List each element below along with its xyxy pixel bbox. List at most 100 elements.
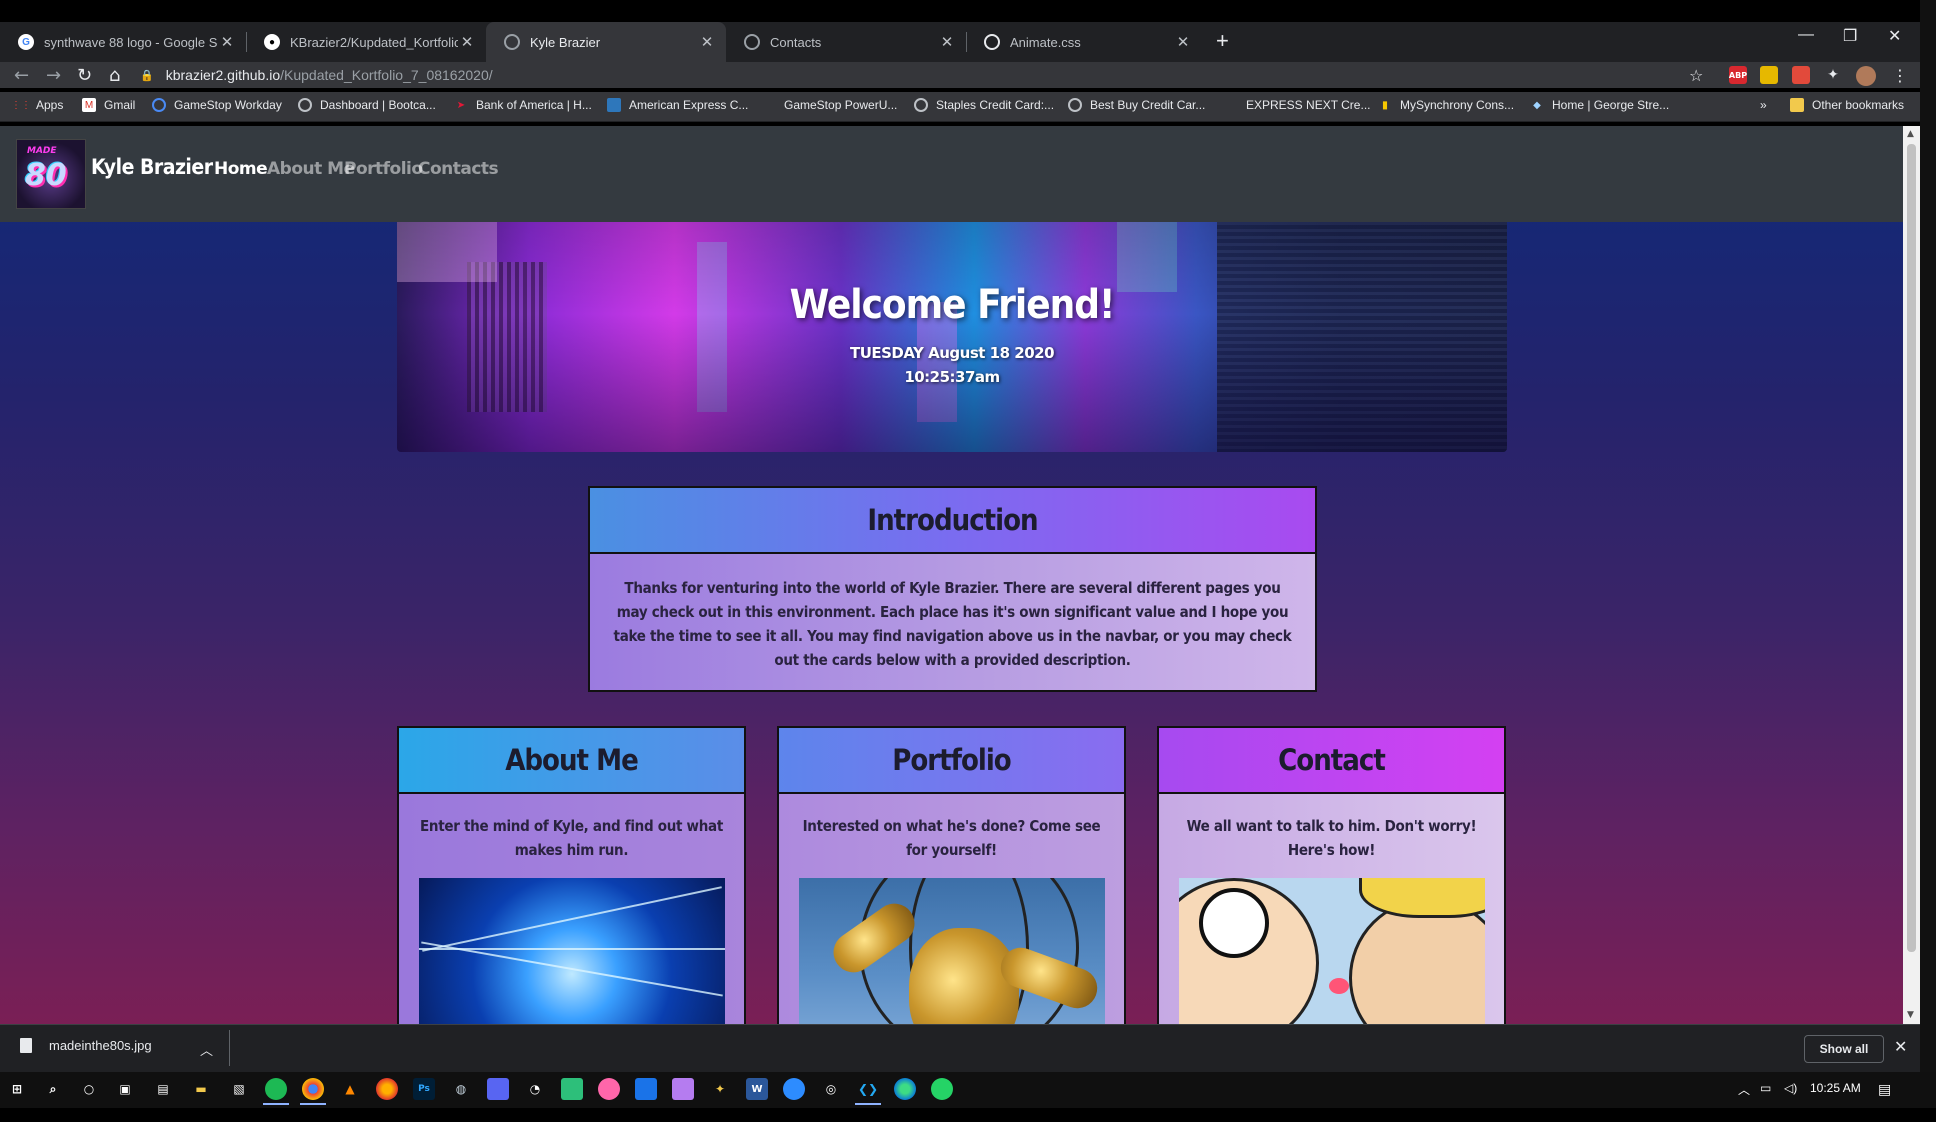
bookmarks-overflow-button[interactable]: »	[1760, 98, 1767, 112]
vscode-icon[interactable]: ❮❯	[857, 1078, 879, 1100]
store-icon[interactable]: ▤	[152, 1078, 174, 1100]
bookmark-gamestop-workday[interactable]: GameStop Workday	[152, 98, 282, 112]
minimize-icon[interactable]: —	[1798, 26, 1814, 44]
bookmark-gamestop-poweru[interactable]: GameStop PowerU...	[762, 98, 897, 112]
firefox-icon[interactable]	[376, 1078, 398, 1100]
app-icon[interactable]	[672, 1078, 694, 1100]
close-window-icon[interactable]: ✕	[1888, 26, 1901, 46]
bookmark-dashboard[interactable]: Dashboard | Bootca...	[298, 98, 436, 112]
tab-github[interactable]: ● KBrazier2/Kupdated_Kortfolio_7_ ✕	[246, 22, 486, 62]
whatsapp-icon[interactable]	[931, 1078, 953, 1100]
globe-icon	[984, 34, 1000, 50]
app-icon[interactable]: ◔	[524, 1078, 546, 1100]
app-icon[interactable]: ◎	[820, 1078, 842, 1100]
new-tab-button[interactable]: +	[1216, 28, 1229, 54]
amex-icon	[607, 98, 621, 112]
show-all-downloads-button[interactable]: Show all	[1804, 1035, 1884, 1063]
bookmark-label: MySynchrony Cons...	[1400, 98, 1515, 112]
bookmark-gmail[interactable]: M Gmail	[82, 98, 135, 112]
notifications-icon[interactable]: ▤	[1878, 1081, 1891, 1098]
forward-icon[interactable]: →	[46, 62, 61, 88]
vlc-icon[interactable]: ▲	[339, 1078, 361, 1100]
download-options-chevron-icon[interactable]: ︿	[200, 1040, 213, 1059]
search-icon[interactable]: ⌕	[42, 1078, 64, 1100]
nav-link-contacts[interactable]: Contacts	[418, 159, 499, 179]
nav-link-about-me[interactable]: About Me	[267, 159, 355, 179]
close-shelf-icon[interactable]: ✕	[1894, 1037, 1907, 1056]
zoom-icon[interactable]	[783, 1078, 805, 1100]
bookmark-george-street[interactable]: ◆ Home | George Stre...	[1530, 98, 1669, 112]
tab-kyle-brazier[interactable]: Kyle Brazier ✕	[486, 22, 726, 62]
tray-overflow-icon[interactable]: ︿	[1738, 1081, 1750, 1098]
file-explorer-icon[interactable]: ▬	[190, 1078, 212, 1100]
adblock-plus-icon[interactable]: ABP	[1729, 66, 1747, 84]
discord-icon[interactable]	[487, 1078, 509, 1100]
scroll-down-icon[interactable]: ▼	[1907, 1010, 1914, 1020]
task-view-icon[interactable]: ▣	[114, 1078, 136, 1100]
bookmark-bank-of-america[interactable]: ➤ Bank of America | H...	[454, 98, 592, 112]
site-brand[interactable]: Kyle Brazier	[91, 155, 213, 179]
atlas-statue-image[interactable]	[799, 878, 1105, 1024]
close-tab-icon[interactable]: ✕	[698, 33, 716, 51]
close-tab-icon[interactable]: ✕	[938, 33, 956, 51]
extension-icon[interactable]	[1760, 66, 1778, 84]
bookmark-other[interactable]: Other bookmarks	[1790, 98, 1904, 112]
introduction-title: Introduction	[590, 488, 1315, 554]
windows-start-icon[interactable]: ⊞	[6, 1078, 28, 1100]
about-me-card[interactable]: About Me Enter the mind of Kyle, and fin…	[397, 726, 746, 1024]
menu-kebab-icon[interactable]: ⋮	[1892, 62, 1908, 88]
profile-avatar-icon[interactable]	[1856, 66, 1876, 86]
download-item[interactable]: madeinthe80s.jpg	[20, 1038, 152, 1053]
mail-icon[interactable]	[635, 1078, 657, 1100]
bookmark-best-buy[interactable]: Best Buy Credit Car...	[1068, 98, 1205, 112]
contact-card[interactable]: Contact We all want to talk to him. Don'…	[1157, 726, 1506, 1024]
card-title: About Me	[399, 728, 744, 794]
bookmark-express-next[interactable]: EXPRESS NEXT Cre...	[1224, 98, 1370, 112]
portfolio-card[interactable]: Portfolio Interested on what he's done? …	[777, 726, 1126, 1024]
spotify-icon[interactable]	[265, 1078, 287, 1100]
home-icon[interactable]: ⌂	[109, 62, 120, 88]
cortana-icon[interactable]: ○	[78, 1078, 100, 1100]
tab-animate-css[interactable]: Animate.css ✕	[966, 22, 1202, 62]
globe-icon	[914, 98, 928, 112]
word-icon[interactable]: W	[746, 1078, 768, 1100]
edge-icon[interactable]	[894, 1078, 916, 1100]
close-tab-icon[interactable]: ✕	[458, 33, 476, 51]
page-scrollbar[interactable]: ▲ ▼	[1903, 126, 1920, 1024]
chrome-icon[interactable]	[302, 1078, 324, 1100]
brain-image[interactable]	[419, 878, 725, 1024]
nav-link-home[interactable]: Home	[214, 159, 268, 179]
taskbar-clock[interactable]: 10:25 AM	[1810, 1081, 1861, 1095]
volume-icon[interactable]: ◁)	[1784, 1081, 1797, 1095]
close-tab-icon[interactable]: ✕	[218, 33, 236, 51]
photoshop-icon[interactable]: Ps	[413, 1078, 435, 1100]
app-icon[interactable]: ✦	[709, 1078, 731, 1100]
tab-google-search[interactable]: G synthwave 88 logo - Google Sear ✕	[0, 22, 246, 62]
bookmark-staples[interactable]: Staples Credit Card:...	[914, 98, 1054, 112]
app-icon[interactable]	[561, 1078, 583, 1100]
restore-icon[interactable]: ❐	[1843, 26, 1857, 46]
bookmark-american-express[interactable]: American Express C...	[607, 98, 748, 112]
reload-icon[interactable]: ↻	[77, 62, 92, 88]
back-icon[interactable]: ←	[14, 62, 29, 88]
photos-icon[interactable]: ▧	[228, 1078, 250, 1100]
card-title: Contact	[1159, 728, 1504, 794]
steam-icon[interactable]: ◍	[450, 1078, 472, 1100]
star-bookmark-icon[interactable]: ☆	[1689, 62, 1703, 88]
cartoon-kiss-image[interactable]	[1179, 878, 1485, 1024]
app-icon[interactable]	[598, 1078, 620, 1100]
bookmark-label: Bank of America | H...	[476, 98, 592, 112]
network-icon[interactable]: ▭	[1760, 1081, 1771, 1095]
scrollbar-thumb[interactable]	[1907, 144, 1916, 952]
close-tab-icon[interactable]: ✕	[1174, 33, 1192, 51]
extension-icon[interactable]	[1792, 66, 1810, 84]
tab-contacts[interactable]: Contacts ✕	[726, 22, 966, 62]
made-in-80s-logo[interactable]: MADE 80	[16, 139, 86, 209]
address-bar[interactable]: 🔒 kbrazier2.github.io/Kupdated_Kortfolio…	[140, 63, 1700, 87]
bookmark-apps[interactable]: ⋮⋮ Apps	[11, 98, 63, 112]
bookmark-mysynchrony[interactable]: ▮ MySynchrony Cons...	[1378, 98, 1514, 112]
top-band	[0, 0, 1936, 22]
scroll-up-icon[interactable]: ▲	[1907, 129, 1914, 139]
nav-link-portfolio[interactable]: Portfolio	[344, 159, 423, 179]
puzzle-extensions-icon[interactable]: ✦	[1824, 66, 1842, 84]
